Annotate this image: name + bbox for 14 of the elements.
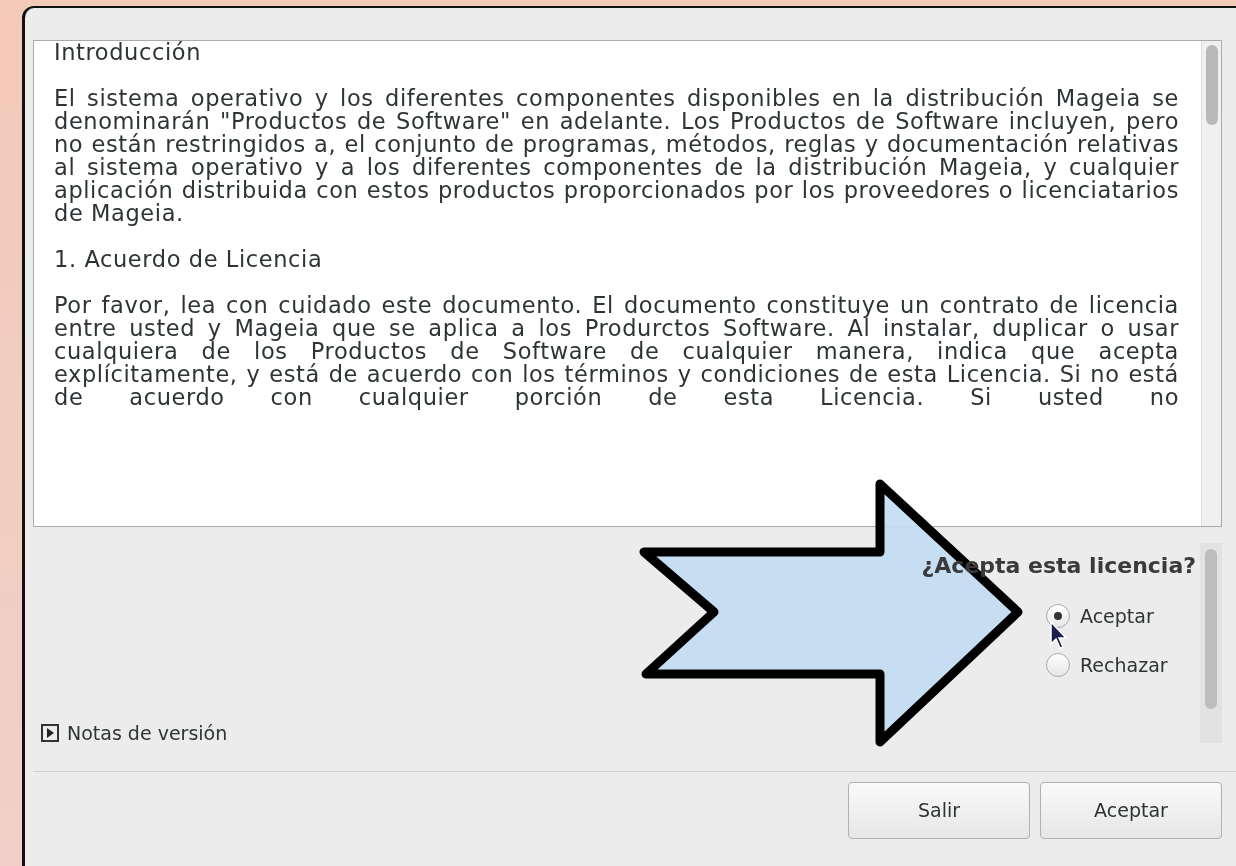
mouse-pointer-icon bbox=[1049, 620, 1069, 650]
scrollbar[interactable] bbox=[1201, 41, 1221, 526]
release-notes-expander[interactable]: Notas de versión bbox=[41, 719, 228, 743]
expander-icon bbox=[41, 724, 59, 742]
scrollbar[interactable] bbox=[1200, 543, 1222, 743]
license-paragraph: 1. Acuerdo de Licencia bbox=[54, 248, 324, 271]
radio-option[interactable]: Rechazar bbox=[1046, 650, 1196, 679]
radio-button[interactable] bbox=[1046, 652, 1070, 677]
license-paragraph: Introducción bbox=[54, 41, 202, 64]
radio-button[interactable] bbox=[1046, 604, 1070, 629]
dialog-button[interactable]: Salir bbox=[848, 782, 1030, 839]
license-paragraph: Por favor, lea con cuidado este documento. El documento constituye un contrato de licencia entre usted y Mageia que se aplica a los Produrctos Software. Al instalar, duplicar o usar cualquiera de los Productos de Software de cualquier manera, indica que acepta explícitamente, y está de acuerdo con los términos y condiciones de esta Licencia. Si no está de acuerdo con cualquier porción de esta Licencia. Si usted no bbox=[54, 294, 1179, 409]
dialog-button[interactable]: Aceptar bbox=[1040, 782, 1222, 839]
license-paragraph: El sistema operativo y los diferentes componentes disponibles en la distribución Mageia se denominarán "Productos de Software" en adelante. Los Productos de Software incluyen, pero no están restringidos a, el conjunto de programas, métodos, reglas y documentación relativas al sistema operativo y a los diferentes componentes de la distribución Mageia, y cualquier aplicación distribuida con estos productos proporcionados por los proveedores o licenciatarios de Mageia. bbox=[54, 87, 1179, 225]
